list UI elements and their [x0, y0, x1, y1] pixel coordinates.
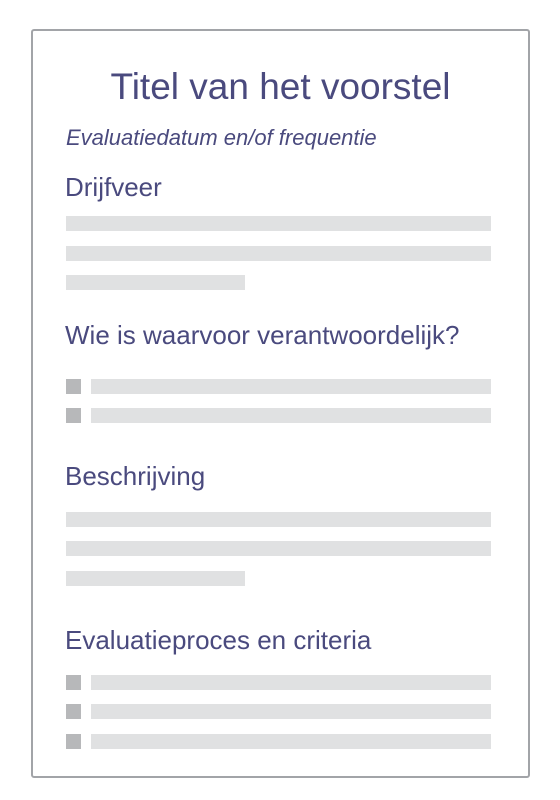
list-item-placeholder-line — [91, 734, 491, 749]
list-item-placeholder-line — [91, 379, 491, 394]
list-item-placeholder-line — [91, 408, 491, 423]
section-heading-responsibilities: Wie is waarvoor verantwoordelijk? — [65, 320, 460, 350]
section-heading-drijfveer: Drijfveer — [65, 172, 162, 202]
bullet-placeholder — [66, 408, 81, 423]
text-placeholder-line — [66, 246, 491, 261]
text-placeholder-line — [66, 512, 491, 527]
proposal-title: Titel van het voorstel — [110, 66, 451, 107]
section-heading-beschrijving: Beschrijving — [65, 461, 206, 491]
list-item-placeholder-line — [91, 675, 491, 690]
section-heading-evaluation-process: Evaluatieproces en criteria — [65, 625, 372, 655]
list-item-placeholder-line — [91, 704, 491, 719]
bullet-placeholder — [66, 734, 81, 749]
evaluation-date-subtitle: Evaluatiedatum en/of frequentie — [66, 125, 377, 150]
text-placeholder-line — [66, 541, 491, 556]
proposal-template-card: Titel van het voorstel Evaluatiedatum en… — [31, 29, 530, 778]
bullet-placeholder — [66, 704, 81, 719]
text-placeholder-line — [66, 216, 491, 231]
text-placeholder-line — [66, 275, 245, 290]
text-placeholder-line — [66, 571, 245, 586]
bullet-placeholder — [66, 379, 81, 394]
bullet-placeholder — [66, 675, 81, 690]
